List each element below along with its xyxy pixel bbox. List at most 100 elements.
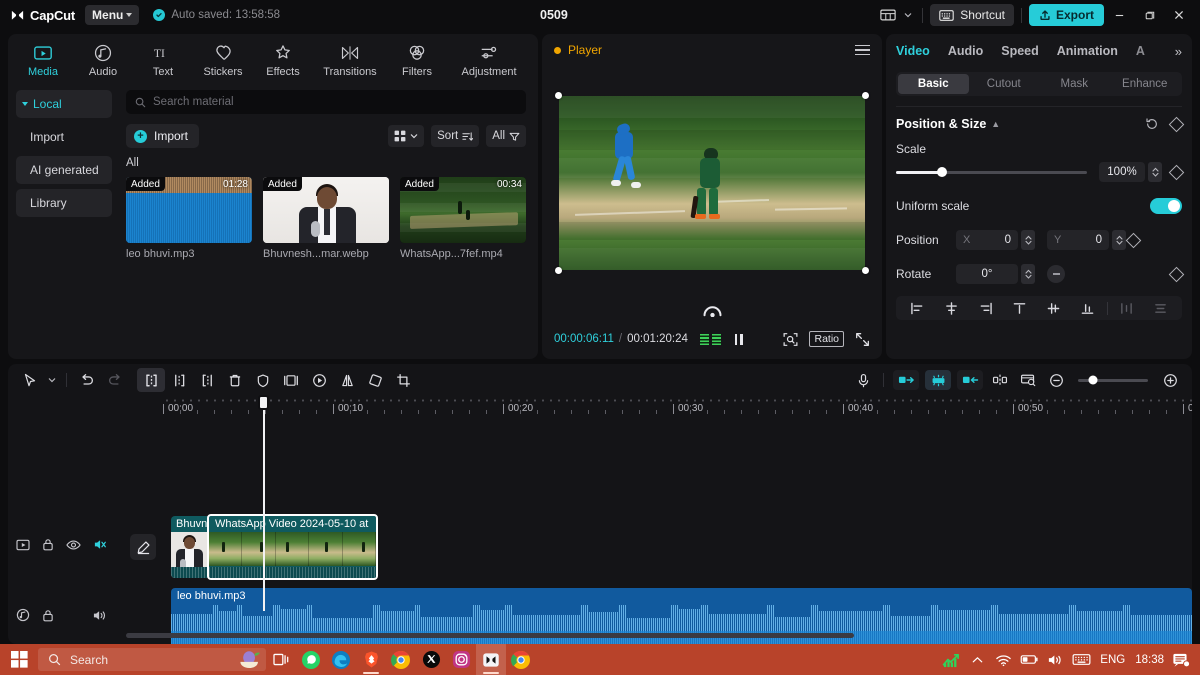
show-hidden-icon[interactable]	[964, 644, 990, 675]
import-button[interactable]: + Import	[126, 124, 200, 148]
hamburger-icon[interactable]	[855, 44, 870, 56]
media-item-audio[interactable]: Added 01:28 leo bhuvi.mp3	[126, 177, 252, 260]
segment-mask[interactable]: Mask	[1039, 74, 1110, 94]
tab-text[interactable]: TI Text	[134, 38, 192, 82]
sidebar-item-local[interactable]: Local	[16, 90, 112, 118]
search-input[interactable]: Search	[38, 648, 266, 671]
close-button[interactable]	[1164, 0, 1194, 30]
auto-caption-icon[interactable]	[893, 370, 919, 390]
timeline-ruler[interactable]: 00:00 00:10 00:20 00:30 00:40 00:50 0	[163, 396, 1192, 420]
resize-handle-tr[interactable]	[862, 92, 869, 99]
align-right-icon[interactable]	[968, 302, 1002, 315]
keyframe-tool-icon[interactable]	[957, 370, 983, 390]
position-y-input[interactable]: Y 0	[1047, 230, 1109, 250]
trim-start-icon[interactable]	[165, 368, 193, 392]
tab-transitions[interactable]: Transitions	[314, 38, 386, 82]
rotate-input[interactable]: 0°	[956, 264, 1018, 284]
rotate-stepper[interactable]	[1021, 264, 1035, 284]
keyframe-diamond-icon[interactable]	[1168, 116, 1185, 132]
position-x-input[interactable]: X 0	[956, 230, 1018, 250]
redo-icon[interactable]	[101, 368, 129, 392]
position-y-stepper[interactable]	[1112, 230, 1126, 250]
edge-icon[interactable]	[326, 644, 356, 675]
scale-keyframe-icon[interactable]	[1168, 164, 1185, 180]
segment-enhance[interactable]: Enhance	[1110, 74, 1181, 94]
split-icon[interactable]	[137, 368, 165, 392]
track-thumbnail-icon[interactable]	[16, 539, 30, 551]
resize-handle-br[interactable]	[862, 267, 869, 274]
notification-icon[interactable]	[1168, 644, 1194, 675]
clock[interactable]: 18:38	[1131, 654, 1168, 666]
video-preview[interactable]	[555, 92, 869, 274]
media-item-video[interactable]: Added 00:34 WhatsApp...7fef.mp4	[400, 177, 526, 260]
battery-icon[interactable]	[1016, 644, 1042, 675]
position-x-stepper[interactable]	[1021, 230, 1035, 250]
position-keyframe-icon[interactable]	[1125, 232, 1142, 248]
stocks-icon[interactable]	[938, 644, 964, 675]
tab-effects[interactable]: Effects	[254, 38, 312, 82]
tab-animation[interactable]: Animation	[1057, 44, 1118, 58]
delete-icon[interactable]	[221, 368, 249, 392]
align-center-horizontal-icon[interactable]	[934, 301, 968, 315]
mirror-icon[interactable]	[333, 368, 361, 392]
layout-icon[interactable]	[875, 3, 901, 27]
sort-button[interactable]: Sort	[431, 125, 480, 147]
segment-basic[interactable]: Basic	[898, 74, 969, 94]
search-input[interactable]: Search material	[126, 90, 526, 114]
lock-icon[interactable]	[42, 538, 54, 551]
chrome2-icon[interactable]	[506, 644, 536, 675]
maximize-button[interactable]	[1134, 0, 1164, 30]
layout-dropdown-icon[interactable]	[901, 3, 915, 27]
menu-button[interactable]: Menu	[85, 5, 140, 25]
microphone-icon[interactable]	[849, 368, 877, 392]
tab-audio[interactable]: Audio	[948, 44, 983, 58]
playhead[interactable]	[258, 395, 269, 611]
trim-end-icon[interactable]	[193, 368, 221, 392]
x-twitter-icon[interactable]	[416, 644, 446, 675]
zoom-slider[interactable]	[1078, 375, 1148, 385]
zoom-out-icon[interactable]	[1042, 368, 1070, 392]
timeline-clip-audio[interactable]: leo bhuvi.mp3	[171, 588, 1192, 650]
freeze-icon[interactable]	[249, 368, 277, 392]
instagram-icon[interactable]	[446, 644, 476, 675]
playhead-handle[interactable]	[258, 395, 269, 410]
split-marker-icon[interactable]	[986, 368, 1014, 392]
pause-button[interactable]	[734, 333, 743, 345]
language-indicator[interactable]: ENG	[1094, 654, 1131, 666]
keyboard-icon[interactable]	[1068, 644, 1094, 675]
audio-note-icon[interactable]	[16, 608, 30, 622]
tab-audio[interactable]: Audio	[74, 38, 132, 82]
magic-effect-icon[interactable]	[925, 370, 951, 390]
zoom-in-icon[interactable]	[1156, 368, 1184, 392]
chevron-double-right-icon[interactable]: »	[1175, 44, 1182, 59]
zoom-slider-knob[interactable]	[1088, 375, 1098, 385]
brave-icon[interactable]	[356, 644, 386, 675]
segment-cutout[interactable]: Cutout	[969, 74, 1040, 94]
tab-adjustment[interactable]: Adjustment	[448, 38, 530, 82]
wifi-icon[interactable]	[990, 644, 1016, 675]
align-top-icon[interactable]	[1002, 302, 1036, 315]
resize-handle-tl[interactable]	[555, 92, 562, 99]
minimize-button[interactable]	[1104, 0, 1134, 30]
scale-slider[interactable]	[896, 167, 1087, 177]
undo-icon[interactable]	[73, 368, 101, 392]
distribute-vertical-icon[interactable]	[1144, 302, 1178, 315]
uniform-scale-toggle[interactable]	[1150, 198, 1182, 214]
export-button[interactable]: Export	[1028, 4, 1104, 26]
volume-icon[interactable]	[1042, 644, 1068, 675]
preview-thumb-icon[interactable]	[1014, 368, 1042, 392]
task-view-icon[interactable]	[266, 644, 296, 675]
sidebar-item-import[interactable]: Import	[16, 123, 112, 151]
select-dropdown-icon[interactable]	[44, 368, 60, 392]
align-center-vertical-icon[interactable]	[1037, 302, 1071, 315]
lock-icon[interactable]	[42, 609, 54, 622]
align-bottom-icon[interactable]	[1071, 302, 1105, 315]
eye-icon[interactable]	[66, 539, 81, 551]
speed-meter-icon[interactable]	[703, 304, 722, 317]
grid-view-button[interactable]	[388, 125, 425, 147]
shortcut-button[interactable]: Shortcut	[930, 4, 1014, 26]
windows-start-icon[interactable]	[0, 644, 38, 675]
sidebar-item-ai-generated[interactable]: AI generated	[16, 156, 112, 184]
scale-stepper[interactable]	[1148, 162, 1162, 182]
rotate-icon[interactable]	[361, 368, 389, 392]
